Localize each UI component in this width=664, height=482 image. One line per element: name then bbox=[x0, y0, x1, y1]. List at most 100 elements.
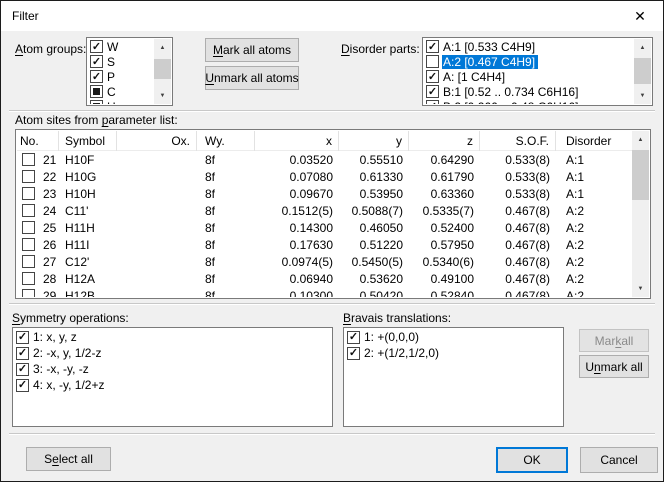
cell-disorder: A:2 bbox=[556, 289, 632, 298]
cell-disorder: A:1 bbox=[556, 153, 632, 167]
checkbox[interactable] bbox=[426, 40, 439, 53]
cell-sof: 0.467(8) bbox=[480, 204, 556, 218]
cell-wy: 8f bbox=[197, 153, 255, 167]
checkbox[interactable] bbox=[22, 187, 35, 200]
mark-all-atoms-button[interactable]: Mark all atoms bbox=[205, 38, 299, 62]
scroll-down-icon[interactable]: ▼ bbox=[154, 87, 171, 104]
checkbox[interactable] bbox=[347, 347, 360, 360]
checkbox[interactable] bbox=[22, 153, 35, 166]
close-button[interactable]: ✕ bbox=[617, 1, 663, 31]
checkbox[interactable] bbox=[426, 85, 439, 98]
scrollbar[interactable]: ▲ ▼ bbox=[154, 39, 171, 104]
checkbox[interactable] bbox=[426, 100, 439, 104]
cancel-button[interactable]: Cancel bbox=[580, 447, 658, 473]
column-header-wy[interactable]: Wy. bbox=[197, 131, 255, 151]
cell-wy: 8f bbox=[197, 204, 255, 218]
checkbox[interactable] bbox=[347, 331, 360, 344]
checkbox[interactable] bbox=[16, 363, 29, 376]
checkbox[interactable] bbox=[16, 347, 29, 360]
cell-x: 0.17630 bbox=[255, 238, 339, 252]
table-row[interactable]: 29 H12B 8f 0.10300 0.50420 0.52840 0.467… bbox=[17, 287, 632, 297]
atom-group-label: S bbox=[106, 55, 118, 69]
column-header-sof[interactable]: S.O.F. bbox=[480, 131, 556, 151]
bravais-item[interactable]: 2: +(1/2,1/2,0) bbox=[345, 345, 562, 361]
scroll-up-icon[interactable]: ▲ bbox=[154, 39, 171, 56]
unmark-all-button[interactable]: Unmark all bbox=[579, 355, 649, 378]
column-header-disorder[interactable]: Disorder bbox=[556, 131, 634, 151]
scroll-down-icon[interactable]: ▼ bbox=[634, 87, 651, 104]
cell-x: 0.14300 bbox=[255, 221, 339, 235]
atom-groups-list[interactable]: W S P C H ▲ ▼ bbox=[86, 37, 173, 106]
table-row[interactable]: 26 H11I 8f 0.17630 0.51220 0.57950 0.467… bbox=[17, 236, 632, 253]
cell-sof: 0.467(8) bbox=[480, 238, 556, 252]
cell-disorder: A:2 bbox=[556, 238, 632, 252]
checkbox[interactable] bbox=[22, 238, 35, 251]
disorder-part-item[interactable]: A: [1 C4H4] bbox=[424, 69, 634, 84]
atom-group-item[interactable]: C bbox=[88, 84, 154, 99]
atom-group-item[interactable]: H bbox=[88, 99, 154, 104]
checkbox[interactable] bbox=[90, 40, 103, 53]
table-row[interactable]: 23 H10H 8f 0.09670 0.53950 0.63360 0.533… bbox=[17, 185, 632, 202]
checkbox[interactable] bbox=[22, 289, 35, 297]
cell-sof: 0.533(8) bbox=[480, 153, 556, 167]
checkbox[interactable] bbox=[22, 221, 35, 234]
column-header-ox[interactable]: Ox. bbox=[117, 131, 197, 151]
table-row[interactable]: 25 H11H 8f 0.14300 0.46050 0.52400 0.467… bbox=[17, 219, 632, 236]
disorder-part-item[interactable]: B:1 [0.52 .. 0.734 C6H16] bbox=[424, 84, 634, 99]
checkbox[interactable] bbox=[426, 55, 439, 68]
atom-sites-table[interactable]: No. Symbol Ox. Wy. x y z S.O.F. Disorder… bbox=[15, 129, 651, 299]
checkbox[interactable] bbox=[22, 272, 35, 285]
select-all-button[interactable]: Select all bbox=[26, 447, 111, 471]
scrollbar[interactable]: ▲ ▼ bbox=[632, 131, 649, 297]
mark-all-button[interactable]: Mark all bbox=[579, 329, 649, 352]
disorder-part-item[interactable]: A:1 [0.533 C4H9] bbox=[424, 39, 634, 54]
atom-groups-items: W S P C H bbox=[88, 39, 154, 104]
disorder-part-item[interactable]: A:2 [0.467 C4H9] bbox=[424, 54, 634, 69]
checkbox[interactable] bbox=[16, 331, 29, 344]
scroll-down-icon[interactable]: ▼ bbox=[632, 280, 649, 297]
scrollbar-thumb[interactable] bbox=[634, 58, 651, 84]
scroll-up-icon[interactable]: ▲ bbox=[632, 131, 649, 148]
table-row[interactable]: 27 C12' 8f 0.0974(5) 0.5450(5) 0.5340(6)… bbox=[17, 253, 632, 270]
atom-group-item[interactable]: P bbox=[88, 69, 154, 84]
column-header-no[interactable]: No. bbox=[17, 131, 59, 151]
checkbox[interactable] bbox=[22, 255, 35, 268]
checkbox[interactable] bbox=[22, 170, 35, 183]
scrollbar[interactable]: ▲ ▼ bbox=[634, 39, 651, 104]
column-header-x[interactable]: x bbox=[255, 131, 339, 151]
cell-y: 0.53620 bbox=[339, 272, 409, 286]
table-row[interactable]: 24 C11' 8f 0.1512(5) 0.5088(7) 0.5335(7)… bbox=[17, 202, 632, 219]
symmetry-operations-list[interactable]: 1: x, y, z 2: -x, y, 1/2-z 3: -x, -y, -z… bbox=[12, 327, 333, 427]
checkbox[interactable] bbox=[90, 85, 103, 98]
column-header-z[interactable]: z bbox=[409, 131, 480, 151]
unmark-all-atoms-button[interactable]: Unmark all atoms bbox=[205, 66, 299, 90]
table-row[interactable]: 22 H10G 8f 0.07080 0.61330 0.61790 0.533… bbox=[17, 168, 632, 185]
atom-group-item[interactable]: W bbox=[88, 39, 154, 54]
cell-sof: 0.533(8) bbox=[480, 187, 556, 201]
ok-button[interactable]: OK bbox=[496, 447, 568, 473]
scrollbar-thumb[interactable] bbox=[154, 59, 171, 79]
bravais-translations-list[interactable]: 1: +(0,0,0) 2: +(1/2,1/2,0) bbox=[343, 327, 564, 427]
checkbox[interactable] bbox=[90, 100, 103, 104]
column-header-y[interactable]: y bbox=[339, 131, 409, 151]
symmetry-item[interactable]: 4: x, -y, 1/2+z bbox=[14, 377, 331, 393]
scrollbar-thumb[interactable] bbox=[632, 150, 649, 200]
disorder-part-item[interactable]: B:2 [0.266 .. 0.48 C6H16] bbox=[424, 99, 634, 104]
cell-symbol: H10F bbox=[59, 153, 117, 167]
symmetry-item[interactable]: 1: x, y, z bbox=[14, 329, 331, 345]
scroll-up-icon[interactable]: ▲ bbox=[634, 39, 651, 56]
symmetry-item[interactable]: 3: -x, -y, -z bbox=[14, 361, 331, 377]
disorder-parts-list[interactable]: A:1 [0.533 C4H9] A:2 [0.467 C4H9] A: [1 … bbox=[422, 37, 653, 106]
checkbox[interactable] bbox=[90, 55, 103, 68]
checkbox[interactable] bbox=[426, 70, 439, 83]
column-header-symbol[interactable]: Symbol bbox=[59, 131, 117, 151]
bravais-item[interactable]: 1: +(0,0,0) bbox=[345, 329, 562, 345]
checkbox[interactable] bbox=[16, 379, 29, 392]
cell-y: 0.5450(5) bbox=[339, 255, 409, 269]
checkbox[interactable] bbox=[22, 204, 35, 217]
atom-group-item[interactable]: S bbox=[88, 54, 154, 69]
symmetry-item[interactable]: 2: -x, y, 1/2-z bbox=[14, 345, 331, 361]
checkbox[interactable] bbox=[90, 70, 103, 83]
table-row[interactable]: 21 H10F 8f 0.03520 0.55510 0.64290 0.533… bbox=[17, 151, 632, 168]
table-row[interactable]: 28 H12A 8f 0.06940 0.53620 0.49100 0.467… bbox=[17, 270, 632, 287]
